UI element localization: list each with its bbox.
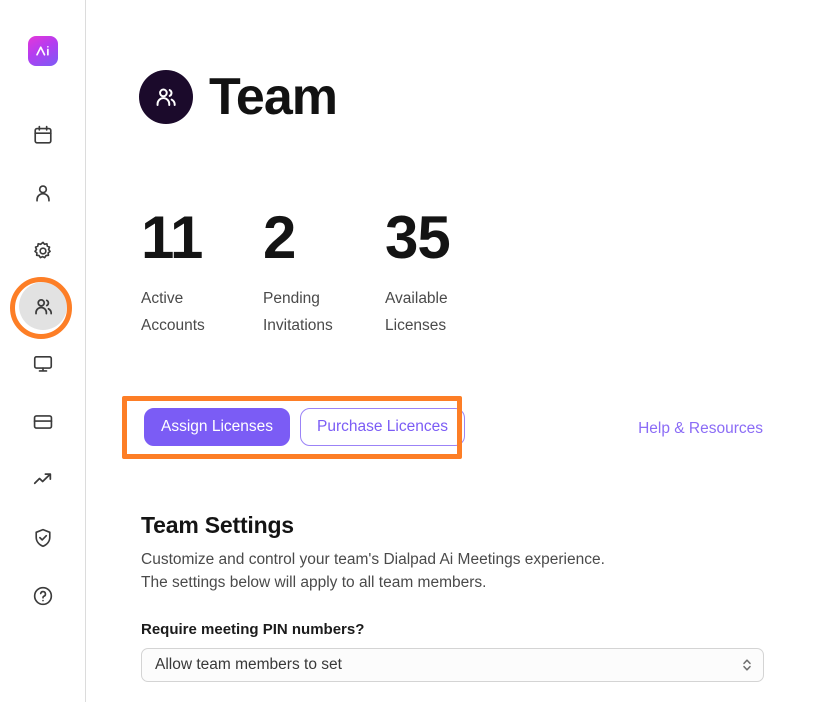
description-line-1: Customize and control your team's Dialpa… [141, 551, 605, 568]
team-settings-section: Team Settings Customize and control your… [141, 512, 834, 682]
sidebar-item-devices[interactable] [19, 340, 67, 388]
stat-label-line2: Licenses [385, 317, 447, 335]
sidebar-item-meetings[interactable] [19, 111, 67, 159]
stat-pending-invitations: 2 Pending Invitations [263, 206, 385, 339]
gear-icon [32, 240, 54, 262]
stat-label-line2: Invitations [263, 317, 333, 335]
stat-label-line1: Pending [263, 290, 320, 307]
require-meeting-pin-select[interactable]: Allow team members to set [141, 647, 764, 682]
app-root: Team 11 Active Accounts 2 Pending Invita… [0, 0, 834, 702]
help-and-resources-link[interactable]: Help & Resources [638, 420, 763, 438]
calendar-icon [32, 124, 54, 146]
stat-value: 2 [263, 204, 296, 271]
purchase-licences-button[interactable]: Purchase Licences [300, 408, 465, 446]
sidebar-item-help[interactable] [19, 572, 67, 620]
team-settings-title: Team Settings [141, 512, 294, 538]
person-icon [32, 182, 54, 204]
sidebar-item-team[interactable] [19, 282, 67, 330]
primary-sidebar [0, 0, 86, 702]
description-line-2: The settings below will apply to all tea… [141, 574, 487, 592]
avatar [139, 70, 193, 124]
shield-check-icon [32, 527, 54, 549]
people-icon [32, 295, 55, 318]
sidebar-item-billing[interactable] [19, 398, 67, 446]
team-settings-description: Customize and control your team's Dialpa… [141, 548, 834, 595]
require-meeting-pin-label: Require meeting PIN numbers? [141, 620, 365, 638]
dialpad-ai-logo[interactable] [27, 36, 58, 66]
stat-label: Active Accounts [141, 285, 237, 339]
stat-label-line1: Available [385, 290, 448, 307]
credit-card-icon [32, 411, 54, 433]
stat-label-line2: Accounts [141, 317, 205, 335]
require-meeting-pin-select-wrap: Allow team members to set [141, 647, 764, 682]
stat-available-licenses: 35 Available Licenses [385, 206, 507, 339]
license-actions: Assign Licenses Purchase Licences [144, 408, 465, 446]
assign-licenses-button[interactable]: Assign Licenses [144, 408, 291, 446]
team-stats: 11 Active Accounts 2 Pending Invitations… [141, 206, 507, 339]
sidebar-item-account[interactable] [19, 169, 67, 217]
stat-label-line1: Active [141, 290, 184, 307]
help-circle-icon [32, 585, 54, 607]
stat-value: 11 [141, 204, 203, 271]
sidebar-item-analytics[interactable] [19, 456, 67, 504]
trending-up-icon [32, 469, 54, 491]
sidebar-item-security[interactable] [19, 514, 67, 562]
stat-label: Available Licenses [385, 285, 481, 339]
page-title: Team [209, 68, 338, 126]
people-icon [153, 84, 179, 110]
stat-value: 35 [385, 204, 451, 271]
stat-active-accounts: 11 Active Accounts [141, 206, 263, 339]
stat-label: Pending Invitations [263, 285, 359, 339]
main-content: Team 11 Active Accounts 2 Pending Invita… [86, 0, 834, 702]
sidebar-item-settings[interactable] [19, 227, 67, 275]
monitor-icon [32, 353, 54, 375]
chevron-up-down-icon [741, 657, 753, 673]
require-meeting-pin-field: Require meeting PIN numbers? Allow team … [141, 621, 834, 682]
page-header: Team [139, 68, 338, 126]
